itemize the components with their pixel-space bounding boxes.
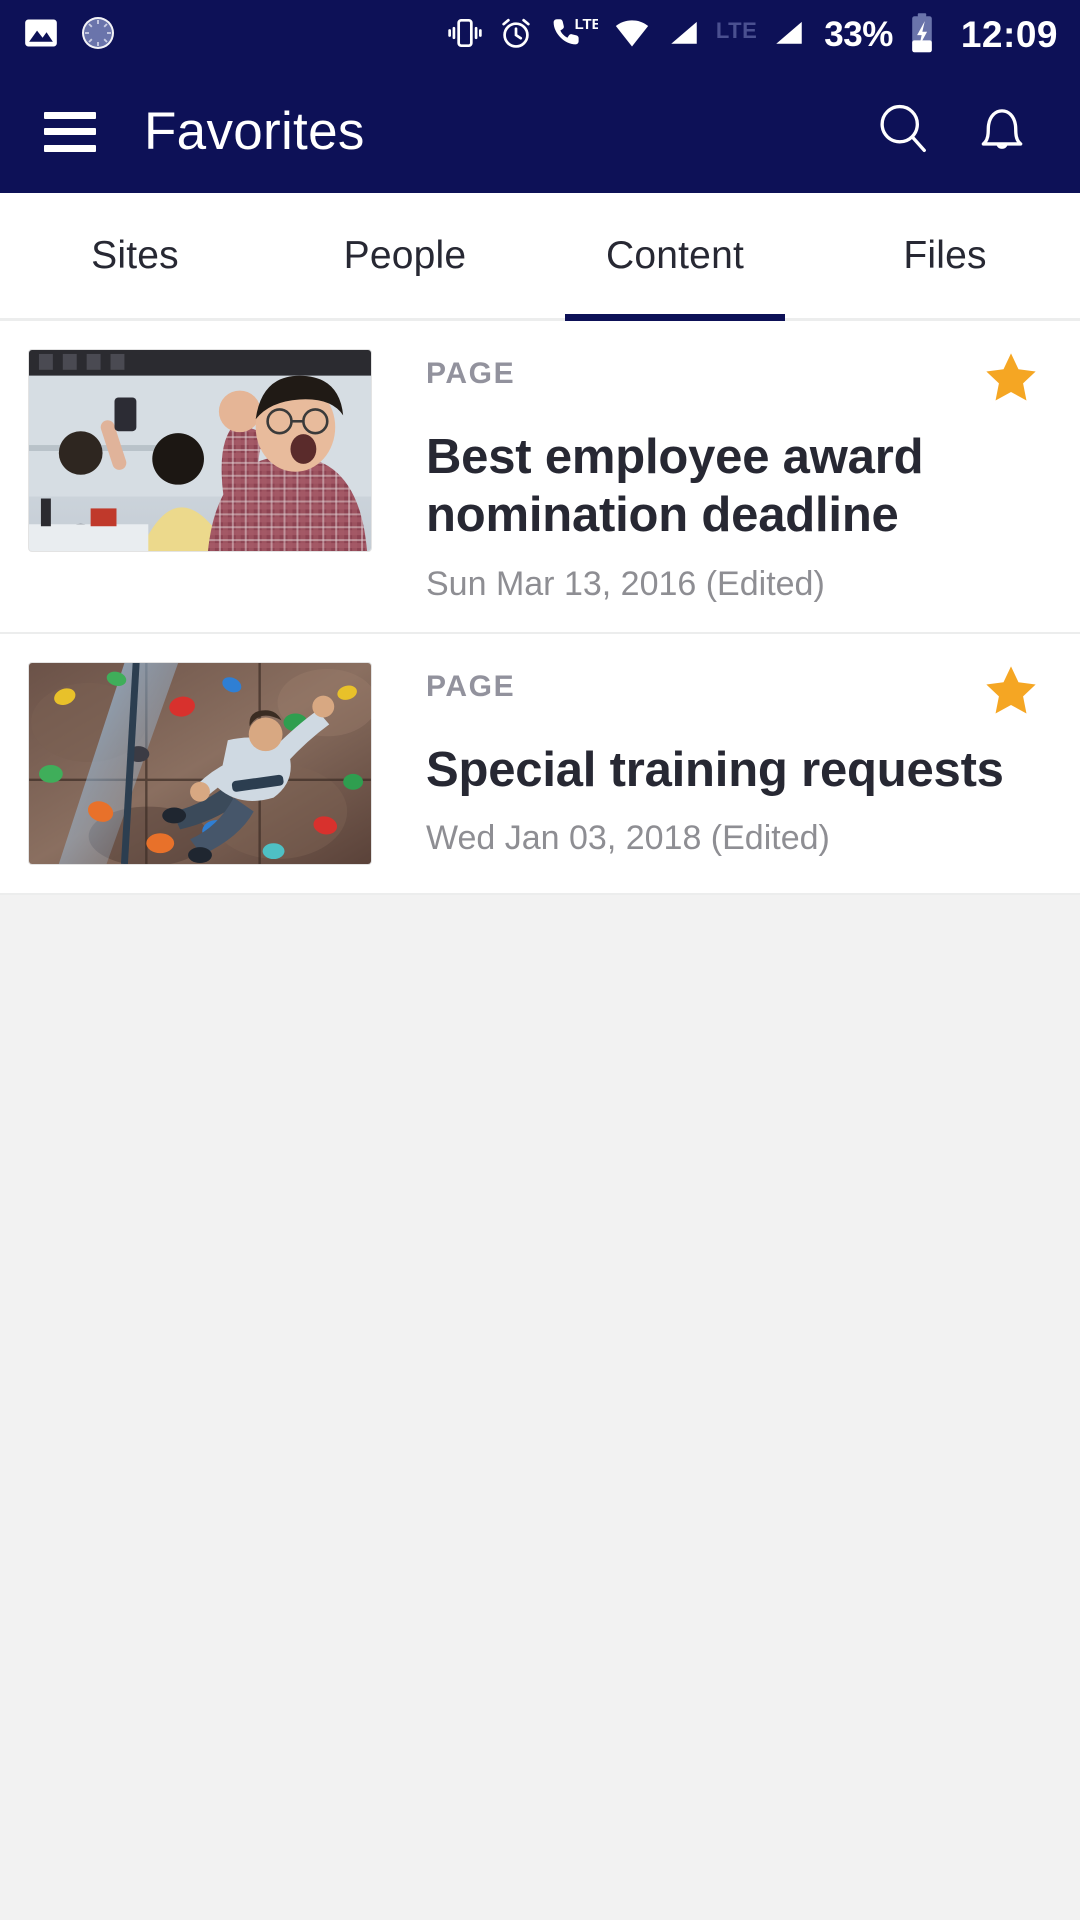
tab-label: Sites bbox=[91, 233, 179, 277]
vibrate-icon bbox=[446, 14, 484, 57]
list-item-title: Best employee award nomination deadline bbox=[426, 430, 924, 542]
tab-files[interactable]: Files bbox=[810, 193, 1080, 318]
hamburger-bar-2 bbox=[44, 128, 96, 135]
list-item-thumbnail bbox=[28, 349, 372, 552]
lte-dim-label: LTE bbox=[715, 17, 758, 43]
empty-space bbox=[0, 894, 1080, 1920]
list-item-body: PAGE Best employee award nomination dead… bbox=[372, 349, 1050, 604]
tab-people[interactable]: People bbox=[270, 193, 540, 318]
status-bar-clock: 12:09 bbox=[960, 14, 1058, 55]
list-item-header: PAGE bbox=[426, 349, 1040, 407]
list-item-header: PAGE bbox=[426, 662, 1040, 720]
tab-indicator-active bbox=[565, 314, 785, 321]
status-bar-left-icons bbox=[22, 13, 118, 58]
tab-content[interactable]: Content bbox=[540, 193, 810, 321]
star-filled-icon[interactable] bbox=[982, 662, 1040, 720]
list-item-title: Special training requests bbox=[426, 742, 1004, 797]
tab-bar: Sites People Content Files bbox=[0, 193, 1080, 321]
star-filled-icon[interactable] bbox=[982, 349, 1040, 407]
list-item-kicker: PAGE bbox=[426, 357, 516, 390]
hamburger-bar-1 bbox=[44, 111, 96, 119]
volte-call-icon: LTE bbox=[548, 14, 601, 57]
tab-label: Content bbox=[606, 233, 744, 277]
app-bar: Favorites bbox=[0, 70, 1080, 193]
wifi-icon bbox=[611, 14, 653, 57]
celebrating-employee-photo bbox=[29, 350, 371, 551]
tab-label: People bbox=[343, 233, 467, 277]
battery-percent-label: 33% bbox=[824, 15, 893, 54]
page-title: Favorites bbox=[144, 102, 365, 161]
search-icon[interactable] bbox=[872, 97, 936, 166]
image-icon bbox=[22, 14, 60, 57]
svg-text:LTE: LTE bbox=[574, 17, 597, 33]
list-item[interactable]: PAGE Best employee award nomination dead… bbox=[0, 321, 1080, 634]
tab-sites[interactable]: Sites bbox=[0, 193, 270, 318]
status-bar: LTE LTE 33% bbox=[0, 0, 1080, 70]
tab-label: Files bbox=[903, 233, 987, 277]
status-bar-right-icons: LTE LTE 33% bbox=[446, 12, 1058, 59]
bell-icon[interactable] bbox=[970, 97, 1034, 166]
list-item[interactable]: PAGE Special training requests Wed Jan 0… bbox=[0, 633, 1080, 895]
list-item-body: PAGE Special training requests Wed Jan 0… bbox=[372, 662, 1050, 859]
list-item-kicker: PAGE bbox=[426, 669, 516, 703]
list-item-date: Sun Mar 13, 2016 (Edited) bbox=[426, 564, 825, 603]
list-item-thumbnail bbox=[28, 661, 372, 865]
battery-charging-icon bbox=[908, 12, 936, 59]
hamburger-menu-icon[interactable] bbox=[44, 111, 96, 152]
alarm-icon bbox=[497, 14, 535, 57]
hamburger-bar-3 bbox=[44, 144, 96, 152]
signal-sim2-icon bbox=[771, 14, 807, 57]
app-bar-actions bbox=[872, 97, 1034, 166]
content-list: PAGE Best employee award nomination dead… bbox=[0, 321, 1080, 895]
signal-sim1-icon bbox=[666, 14, 702, 57]
list-item-date: Wed Jan 03, 2018 (Edited) bbox=[426, 819, 830, 858]
sync-spinner-icon bbox=[78, 13, 118, 58]
rock-climbing-photo bbox=[29, 662, 371, 864]
